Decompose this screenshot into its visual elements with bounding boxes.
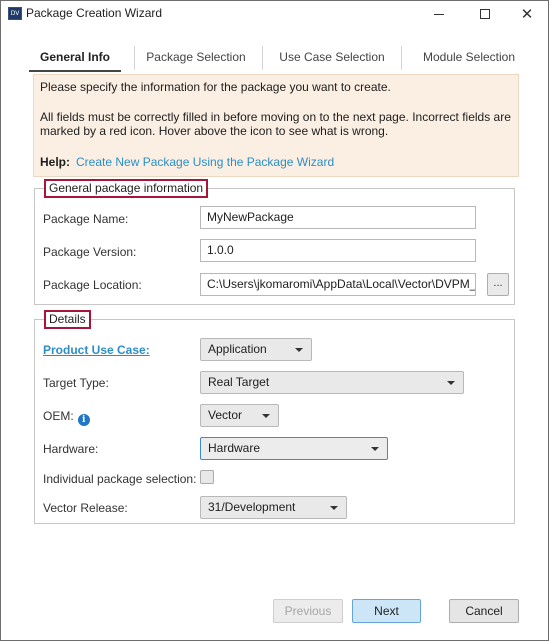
oem-value: Vector	[208, 408, 243, 422]
info-text-line-2: All fields must be correctly filled in b…	[40, 110, 511, 124]
active-tab-indicator	[29, 70, 121, 72]
browse-location-button[interactable]: ...	[487, 273, 509, 296]
tab-package-selection[interactable]: Package Selection	[141, 42, 251, 72]
info-text-line-3: marked by a red icon. Hover above the ic…	[40, 124, 389, 138]
individual-selection-label: Individual package selection:	[43, 472, 197, 486]
tab-separator	[401, 46, 402, 70]
details-legend: Details	[44, 310, 91, 329]
hardware-dropdown[interactable]: Hardware	[200, 437, 388, 460]
package-name-label: Package Name:	[43, 212, 129, 226]
vector-release-value: 31/Development	[208, 500, 296, 514]
tab-general-info[interactable]: General Info	[29, 42, 121, 72]
maximize-icon	[480, 9, 490, 19]
close-button[interactable]: ✕	[507, 1, 547, 27]
minimize-button[interactable]	[419, 1, 459, 27]
tab-use-case-selection[interactable]: Use Case Selection	[274, 42, 390, 72]
package-version-input[interactable]: 1.0.0	[200, 239, 476, 262]
general-package-legend: General package information	[44, 179, 209, 198]
oem-label: OEM:	[43, 409, 74, 423]
info-panel: Please specify the information for the p…	[33, 74, 519, 177]
tab-separator	[134, 46, 135, 70]
info-icon[interactable]: i	[77, 414, 90, 426]
product-use-case-value: Application	[208, 342, 267, 356]
individual-selection-checkbox[interactable]	[200, 470, 214, 484]
package-location-input[interactable]: C:\Users\jkomaromi\AppData\Local\Vector\…	[200, 273, 476, 296]
minimize-icon	[434, 13, 444, 15]
chevron-down-icon	[447, 381, 455, 385]
close-icon: ✕	[520, 4, 534, 23]
previous-button[interactable]: Previous	[273, 599, 343, 623]
chevron-down-icon	[330, 506, 338, 510]
maximize-button[interactable]	[465, 1, 505, 27]
product-use-case-dropdown[interactable]: Application	[200, 338, 312, 361]
wizard-window: DV Package Creation Wizard ✕ General Inf…	[0, 0, 549, 641]
package-version-label: Package Version:	[43, 245, 137, 259]
package-location-label: Package Location:	[43, 278, 142, 292]
vector-release-label: Vector Release:	[43, 501, 128, 515]
app-icon: DV	[8, 7, 22, 20]
help-label: Help:	[40, 155, 70, 169]
target-type-label: Target Type:	[43, 376, 109, 390]
help-row: Help: Create New Package Using the Packag…	[40, 155, 334, 169]
info-text-line-1: Please specify the information for the p…	[40, 80, 391, 94]
chevron-down-icon	[371, 447, 379, 451]
hardware-value: Hardware	[208, 441, 261, 455]
tab-module-selection[interactable]: Module Selection	[417, 42, 521, 72]
package-name-input[interactable]: MyNewPackage	[200, 206, 476, 229]
next-button[interactable]: Next	[352, 599, 421, 623]
tab-separator	[262, 46, 263, 70]
hardware-label: Hardware:	[43, 442, 99, 456]
chevron-down-icon	[295, 348, 303, 352]
oem-dropdown[interactable]: Vector	[200, 404, 279, 427]
target-type-value: Real Target	[208, 375, 270, 389]
product-use-case-link[interactable]: Product Use Case:	[43, 343, 150, 357]
target-type-dropdown[interactable]: Real Target	[200, 371, 464, 394]
chevron-down-icon	[262, 414, 270, 418]
help-link[interactable]: Create New Package Using the Package Wiz…	[76, 155, 334, 169]
wizard-tabs: General Info Package Selection Use Case …	[29, 42, 521, 72]
cancel-button[interactable]: Cancel	[449, 599, 519, 623]
title-bar: DV Package Creation Wizard ✕	[1, 1, 548, 27]
oem-label-row: OEM: i	[43, 409, 90, 426]
vector-release-dropdown[interactable]: 31/Development	[200, 496, 347, 519]
window-title: Package Creation Wizard	[26, 6, 163, 20]
